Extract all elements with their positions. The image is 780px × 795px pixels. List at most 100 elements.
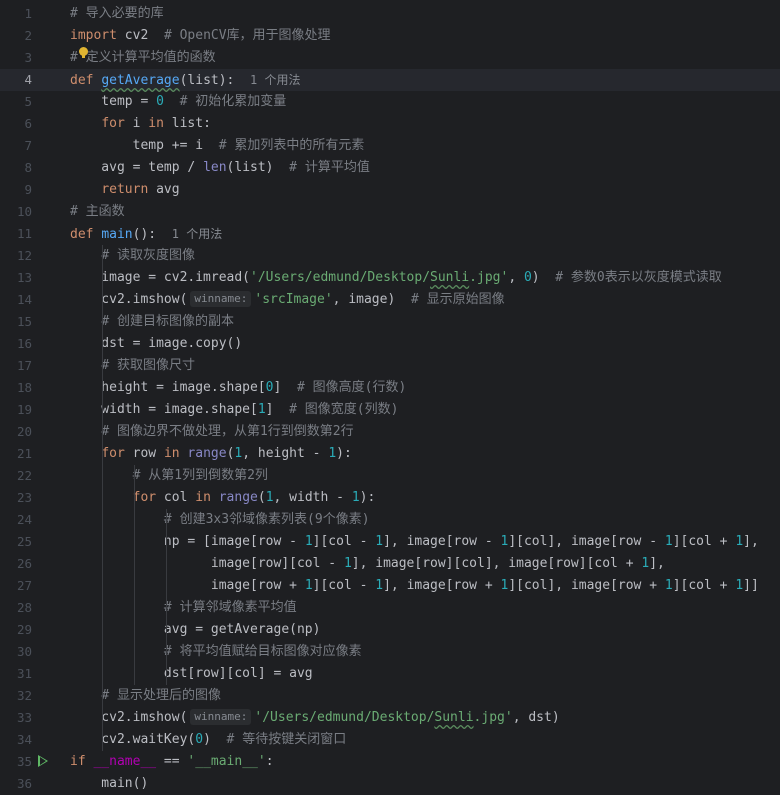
code-line[interactable]: 30 # 将平均值赋给目标图像对应像素: [0, 641, 780, 663]
line-number: 19: [16, 402, 32, 417]
code-line[interactable]: 15 # 创建目标图像的副本: [0, 311, 780, 333]
code-text[interactable]: for col in range(1, width - 1):: [70, 487, 376, 509]
code-line[interactable]: 8 avg = temp / len(list) # 计算平均值: [0, 157, 780, 179]
code-line[interactable]: 6 for i in list:: [0, 113, 780, 135]
code-token: ],: [743, 534, 759, 549]
code-text[interactable]: # 计算邻域像素平均值: [70, 597, 297, 619]
code-token: 1: [664, 578, 673, 593]
code-text[interactable]: # 从第1列到倒数第2列: [70, 465, 268, 487]
code-text[interactable]: for row in range(1, height - 1):: [70, 443, 351, 465]
code-token: in: [163, 446, 180, 461]
code-text[interactable]: image[row + 1][col - 1], image[row + 1][…: [70, 575, 759, 597]
lightbulb-icon[interactable]: [79, 47, 88, 58]
code-text[interactable]: temp += i # 累加列表中的所有元素: [70, 135, 365, 157]
code-text[interactable]: # 图像边界不做处理，从第1行到倒数第2行: [70, 421, 353, 443]
code-line[interactable]: 12 # 读取灰度图像: [0, 245, 780, 267]
line-number: 3: [24, 50, 32, 65]
code-line[interactable]: 14 cv2.imshow(winname:'srcImage', image)…: [0, 289, 780, 311]
code-line[interactable]: 17 # 获取图像尺寸: [0, 355, 780, 377]
code-text[interactable]: # 将平均值赋给目标图像对应像素: [70, 641, 362, 663]
code-text[interactable]: cv2.waitKey(0) # 等待按键关闭窗口: [70, 729, 346, 751]
code-line[interactable]: 25 np = [image[row - 1][col - 1], image[…: [0, 531, 780, 553]
usage-hint[interactable]: 1 个用法: [250, 73, 300, 87]
code-line[interactable]: 1 # 导入必要的库: [0, 3, 780, 25]
code-token: ]: [273, 380, 297, 395]
code-token: 0: [523, 270, 532, 285]
code-text[interactable]: def getAverage(list): 1 个用法: [70, 69, 301, 92]
code-text[interactable]: # 显示处理后的图像: [70, 685, 221, 707]
code-line[interactable]: 4 def getAverage(list): 1 个用法: [0, 69, 780, 91]
code-line[interactable]: 10 # 主函数: [0, 201, 780, 223]
code-line[interactable]: 20 # 图像边界不做处理，从第1行到倒数第2行: [0, 421, 780, 443]
code-editor[interactable]: 1 # 导入必要的库 2 import cv2 # OpenCV库，用于图像处理 3 # …: [0, 0, 780, 792]
code-text[interactable]: height = image.shape[0] # 图像高度(行数): [70, 377, 406, 399]
code-text[interactable]: # 创建3x3邻域像素列表(9个像素): [70, 509, 370, 531]
code-token: temp =: [70, 94, 157, 109]
code-line[interactable]: 2 import cv2 # OpenCV库，用于图像处理: [0, 25, 780, 47]
code-token: col: [156, 490, 196, 505]
code-text[interactable]: def main(): 1 个用法: [70, 223, 222, 246]
code-line[interactable]: 13 image = cv2.imread('/Users/edmund/Des…: [0, 267, 780, 289]
code-line[interactable]: 26 image[row][col - 1], image[row][col],…: [0, 553, 780, 575]
code-text[interactable]: cv2.imshow(winname: '/Users/edmund/Deskto…: [70, 707, 560, 729]
code-line[interactable]: 35 if __name__ == '__main__':: [0, 751, 780, 773]
code-line[interactable]: 18 height = image.shape[0] # 图像高度(行数): [0, 377, 780, 399]
line-number: 14: [16, 292, 32, 307]
code-line[interactable]: 34 cv2.waitKey(0) # 等待按键关闭窗口: [0, 729, 780, 751]
indent-guide: [102, 245, 103, 751]
code-token: 0: [156, 94, 164, 109]
code-token: Sunli: [434, 710, 474, 725]
code-token: ==: [156, 754, 188, 769]
code-line[interactable]: 21 for row in range(1, height - 1):: [0, 443, 780, 465]
code-text[interactable]: np = [image[row - 1][col - 1], image[row…: [70, 531, 759, 553]
code-line[interactable]: 28 # 计算邻域像素平均值: [0, 597, 780, 619]
code-line[interactable]: 22 # 从第1列到倒数第2列: [0, 465, 780, 487]
code-text[interactable]: for i in list:: [70, 113, 211, 135]
code-token: # 图像宽度(列数): [289, 402, 399, 417]
code-line[interactable]: 29 avg = getAverage(np): [0, 619, 780, 641]
code-token: avg = temp /: [70, 160, 204, 175]
code-text[interactable]: if __name__ == '__main__':: [70, 751, 274, 773]
code-text[interactable]: cv2.imshow(winname:'srcImage', image) # …: [70, 289, 505, 311]
code-text[interactable]: image[row][col - 1], image[row][col], im…: [70, 553, 665, 575]
code-line[interactable]: 24 # 创建3x3邻域像素列表(9个像素): [0, 509, 780, 531]
code-line[interactable]: 7 temp += i # 累加列表中的所有元素: [0, 135, 780, 157]
code-line[interactable]: 9 return avg: [0, 179, 780, 201]
code-text[interactable]: # 导入必要的库: [70, 3, 164, 25]
code-token: temp += i: [70, 138, 219, 153]
code-text[interactable]: dst[row][col] = avg: [70, 663, 313, 685]
code-line[interactable]: 33 cv2.imshow(winname: '/Users/edmund/Des…: [0, 707, 780, 729]
code-text[interactable]: # 主函数: [70, 201, 125, 223]
code-text[interactable]: image = cv2.imread('/Users/edmund/Deskto…: [70, 267, 721, 289]
code-token: # 创建目标图像的副本: [101, 314, 234, 329]
code-text[interactable]: import cv2 # OpenCV库，用于图像处理: [70, 25, 331, 47]
code-text[interactable]: return avg: [70, 179, 179, 201]
line-number: 32: [16, 688, 32, 703]
code-text[interactable]: # 创建目标图像的副本: [70, 311, 234, 333]
line-number: 27: [16, 578, 32, 593]
code-line[interactable]: 3 # 定义计算平均值的函数: [0, 47, 780, 69]
code-line[interactable]: 5 temp = 0 # 初始化累加变量: [0, 91, 780, 113]
code-line[interactable]: 11 def main(): 1 个用法: [0, 223, 780, 245]
usage-hint[interactable]: 1 个用法: [172, 227, 222, 241]
code-line[interactable]: 31 dst[row][col] = avg: [0, 663, 780, 685]
run-triangle-icon[interactable]: [38, 755, 48, 767]
code-token: 1: [735, 578, 744, 593]
code-text[interactable]: dst = image.copy(): [70, 333, 242, 355]
code-line[interactable]: 23 for col in range(1, width - 1):: [0, 487, 780, 509]
code-text[interactable]: avg = getAverage(np): [70, 619, 321, 641]
code-text[interactable]: # 获取图像尺寸: [70, 355, 195, 377]
code-line[interactable]: 16 dst = image.copy(): [0, 333, 780, 355]
code-text[interactable]: avg = temp / len(list) # 计算平均值: [70, 157, 370, 179]
code-text[interactable]: temp = 0 # 初始化累加变量: [70, 91, 286, 113]
code-text[interactable]: # 读取灰度图像: [70, 245, 195, 267]
code-token: list:: [163, 116, 211, 131]
code-text[interactable]: width = image.shape[1] # 图像宽度(列数): [70, 399, 398, 421]
code-line[interactable]: 19 width = image.shape[1] # 图像宽度(列数): [0, 399, 780, 421]
code-token: image[row +: [70, 578, 305, 593]
line-number: 13: [16, 270, 32, 285]
code-line[interactable]: 27 image[row + 1][col - 1], image[row + …: [0, 575, 780, 597]
code-text[interactable]: # 定义计算平均值的函数: [70, 47, 216, 69]
code-line[interactable]: 32 # 显示处理后的图像: [0, 685, 780, 707]
